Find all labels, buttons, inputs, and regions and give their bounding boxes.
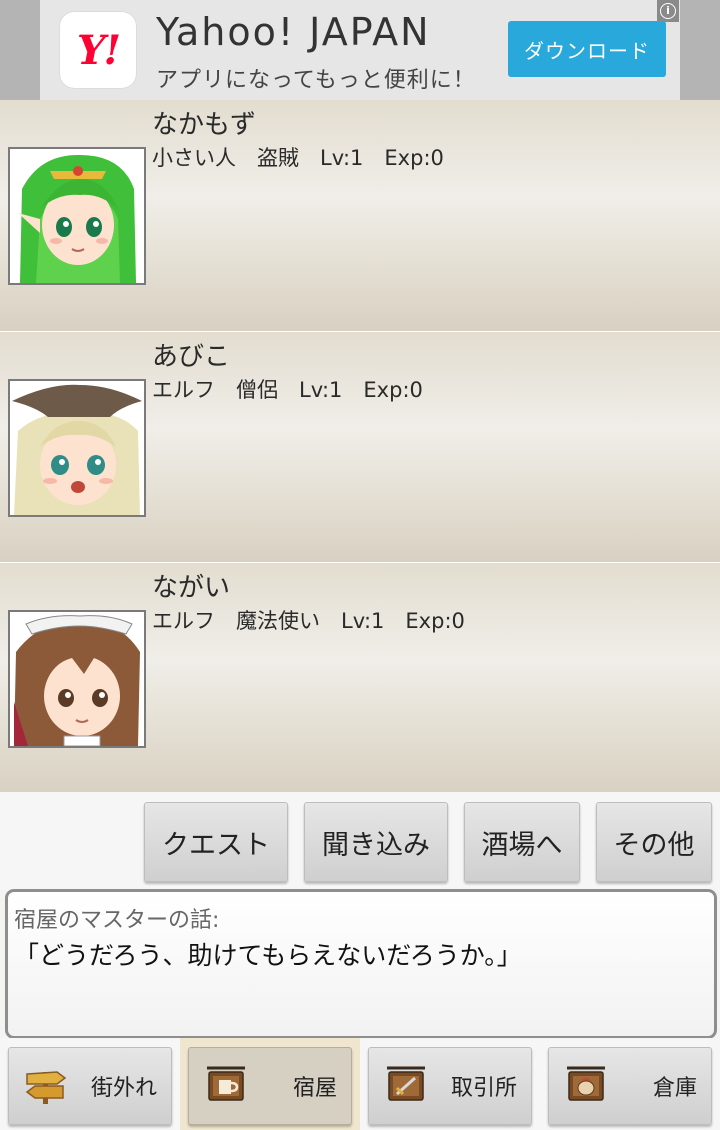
member-name: あびこ <box>152 342 231 372</box>
ad-info-glyph: i <box>660 3 676 19</box>
ad-content[interactable]: Y! Yahoo! JAPAN アプリになってもっと便利に！ ダウンロード <box>40 0 680 100</box>
member-stats: エルフ 僧侶 Lv:1 Exp:0 <box>152 378 423 402</box>
action-bar: クエスト 聞き込み 酒場へ その他 <box>0 792 720 890</box>
ad-subtitle: アプリになってもっと便利に！ <box>156 68 476 93</box>
member-name: ながい <box>152 573 231 603</box>
ad-banner[interactable]: Y! Yahoo! JAPAN アプリになってもっと便利に！ ダウンロード i <box>0 0 720 100</box>
member-stats: エルフ 魔法使い Lv:1 Exp:0 <box>152 609 465 633</box>
message-speaker: 宿屋のマスターの話: <box>14 908 220 933</box>
market-sign-icon <box>387 1066 425 1101</box>
inn-sign-icon <box>207 1066 245 1101</box>
message-box[interactable]: 宿屋のマスターの話: 「どうだろう、助けてもらえないだろうか。」 <box>5 889 717 1039</box>
party-member-nagai[interactable]: ながい エルフ 魔法使い Lv:1 Exp:0 <box>0 562 720 794</box>
other-button[interactable]: その他 <box>596 802 712 882</box>
inquire-button[interactable]: 聞き込み <box>304 802 448 882</box>
green-haired-elf-portrait-icon <box>8 147 146 285</box>
ad-title: Yahoo! JAPAN <box>156 10 431 54</box>
nav-outskirts-label: 街外れ <box>90 1076 157 1101</box>
quest-button[interactable]: クエスト <box>144 802 288 882</box>
ad-download-button[interactable]: ダウンロード <box>508 21 666 77</box>
nav-outskirts-button[interactable]: 街外れ <box>8 1047 172 1125</box>
ad-info-icon[interactable]: i <box>657 0 679 22</box>
party-list: なかもず 小さい人 盗賊 Lv:1 Exp:0 あびこ エルフ 僧侶 Lv:1 … <box>0 100 720 794</box>
signpost-icon <box>25 1071 67 1104</box>
nav-inn-button[interactable]: 宿屋 <box>188 1047 352 1125</box>
message-text: 「どうだろう、助けてもらえないだろうか。」 <box>14 941 522 970</box>
brown-haired-maid-portrait-icon <box>8 610 146 748</box>
bottom-nav: 街外れ 宿屋 取引所 倉庫 <box>0 1038 720 1130</box>
tavern-button[interactable]: 酒場へ <box>464 802 580 882</box>
blonde-hat-girl-portrait-icon <box>8 379 146 517</box>
nav-market-label: 取引所 <box>450 1076 517 1101</box>
party-member-nakamozu[interactable]: なかもず 小さい人 盗賊 Lv:1 Exp:0 <box>0 100 720 331</box>
nav-inn-label: 宿屋 <box>292 1076 337 1101</box>
yahoo-logo-icon[interactable]: Y! <box>60 12 136 88</box>
nav-warehouse-label: 倉庫 <box>652 1076 697 1101</box>
yahoo-logo-text: Y! <box>76 26 121 74</box>
warehouse-sign-icon <box>567 1066 605 1101</box>
party-member-abiko[interactable]: あびこ エルフ 僧侶 Lv:1 Exp:0 <box>0 331 720 563</box>
member-stats: 小さい人 盗賊 Lv:1 Exp:0 <box>152 146 444 170</box>
nav-warehouse-button[interactable]: 倉庫 <box>548 1047 712 1125</box>
nav-market-button[interactable]: 取引所 <box>368 1047 532 1125</box>
member-name: なかもず <box>152 110 257 140</box>
